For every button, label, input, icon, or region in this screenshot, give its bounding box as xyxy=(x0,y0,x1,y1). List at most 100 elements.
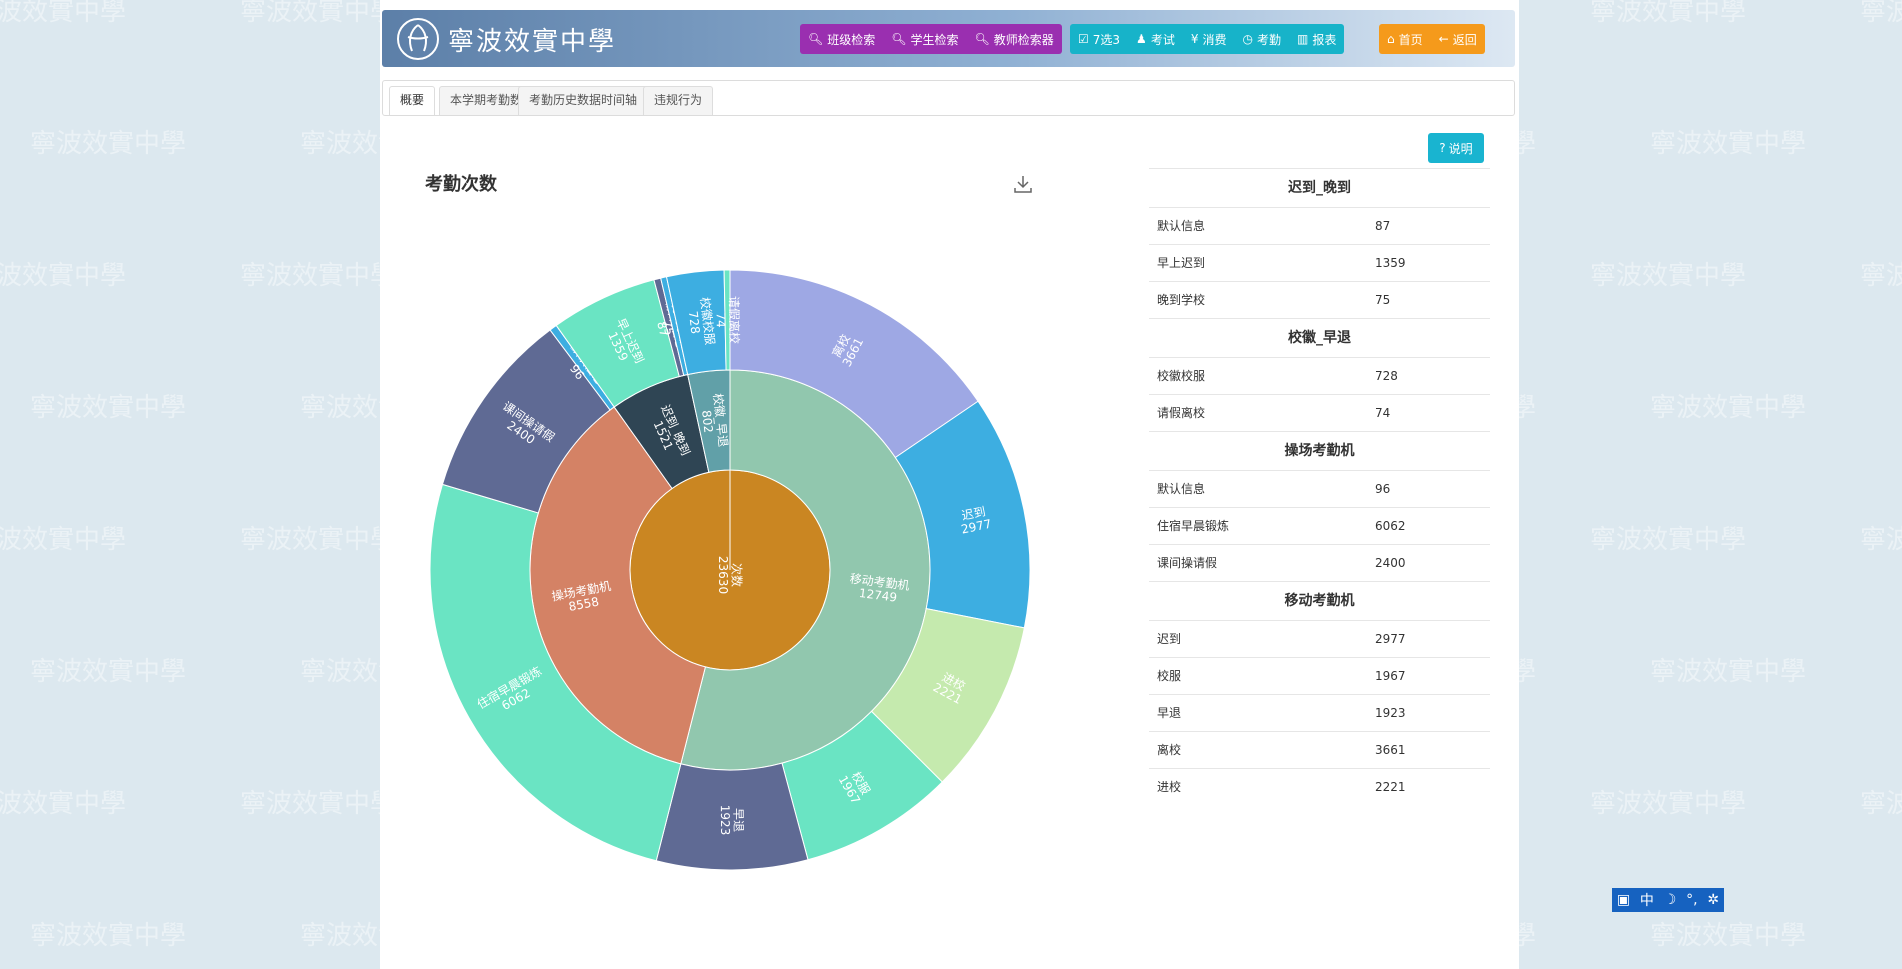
row-value: 87 xyxy=(1375,219,1391,233)
watermark-text: 寧波效實中學 xyxy=(240,261,396,291)
row-value: 3661 xyxy=(1375,743,1406,757)
clock-icon: ◷ xyxy=(1242,32,1253,46)
nav-button-0[interactable]: ⌂ 首页 xyxy=(1379,24,1431,54)
table-row: 校服 1967 xyxy=(1149,657,1490,694)
settings-icon: ✲ xyxy=(1707,892,1720,908)
row-value: 1359 xyxy=(1375,256,1406,270)
watermark-text: 寧波效實中學 xyxy=(30,657,186,687)
row-value: 728 xyxy=(1375,369,1398,383)
watermark-text: 寧波效實中學 xyxy=(0,0,126,27)
attendance-summary-table: 迟到_晚到默认信息 87 早上迟到 1359 晚到学校 75 校徽_早退校徽校服 728 请假离… xyxy=(1149,168,1490,805)
nav-button-label: 首页 xyxy=(1398,32,1423,47)
table-section-title: 迟到_晚到 xyxy=(1149,168,1490,207)
row-label: 进校 xyxy=(1157,780,1182,794)
row-label: 早退 xyxy=(1157,706,1182,720)
module-button-1[interactable]: ♟ 考试 xyxy=(1128,24,1183,54)
watermark-text: 寧波效實中學 xyxy=(1650,657,1806,687)
watermark-text: 寧波效實中學 xyxy=(1590,789,1746,819)
row-label: 离校 xyxy=(1157,743,1182,757)
row-label: 默认信息 xyxy=(1157,482,1206,496)
table-row: 早退 1923 xyxy=(1149,694,1490,731)
module-button-label: 考试 xyxy=(1150,32,1175,47)
row-label: 晚到学校 xyxy=(1157,293,1206,307)
watermark-text: 寧波效實中學 xyxy=(240,0,396,27)
help-button[interactable]: ? 说明 xyxy=(1428,133,1484,163)
row-value: 1923 xyxy=(1375,706,1406,720)
watermark-text: 寧波效實中學 xyxy=(1590,0,1746,27)
arrow-left-icon: ← xyxy=(1438,32,1449,46)
module-button-3[interactable]: ◷ 考勤 xyxy=(1234,24,1289,54)
watermark-text: 寧波效實中學 xyxy=(1650,129,1806,159)
row-value: 96 xyxy=(1375,482,1391,496)
exam-icon: ♟ xyxy=(1136,32,1147,46)
watermark-text: 寧波效實中學 xyxy=(1650,393,1806,423)
row-label: 课间操请假 xyxy=(1157,556,1218,570)
watermark-text: 寧波效實中學 xyxy=(0,789,126,819)
watermark-text: 寧波效實中學 xyxy=(1860,0,1902,27)
table-row: 早上迟到 1359 xyxy=(1149,244,1490,281)
row-value: 1967 xyxy=(1375,669,1406,683)
row-value: 75 xyxy=(1375,293,1391,307)
row-label: 默认信息 xyxy=(1157,219,1206,233)
watermark-text: 寧波效實中學 xyxy=(30,393,186,423)
ime-toolbar[interactable]: ▣ 中 ☽ °, ✲ xyxy=(1612,888,1724,912)
main-page: 寧波效實中學 🔍︎ 班级检索 🔍︎ 学生检索 🔍︎ 教师检索器 ☑ 7选3 ♟ 考试 ¥ 消费 ◷ 考勤… xyxy=(380,0,1519,969)
moon-icon: ☽ xyxy=(1663,892,1677,908)
chart-title: 考勤次数 xyxy=(425,174,497,195)
row-label: 住宿早晨锻炼 xyxy=(1157,519,1230,533)
table-section-title: 移动考勤机 xyxy=(1149,581,1490,620)
question-icon: ? xyxy=(1439,141,1446,155)
module-button-label: 考勤 xyxy=(1256,32,1281,47)
table-row: 进校 2221 xyxy=(1149,768,1490,805)
watermark-text: 寧波效實中學 xyxy=(1590,261,1746,291)
punctuation-icon: °, xyxy=(1686,892,1698,908)
module-button-2[interactable]: ¥ 消费 xyxy=(1183,24,1235,54)
table-row: 住宿早晨锻炼 6062 xyxy=(1149,507,1490,544)
row-value: 2400 xyxy=(1375,556,1406,570)
watermark-text: 寧波效實中學 xyxy=(0,525,126,555)
module-button-group: ☑ 7选3 ♟ 考试 ¥ 消费 ◷ 考勤 ▥ 报表 xyxy=(1070,24,1345,54)
table-row: 课间操请假 2400 xyxy=(1149,544,1490,581)
row-value: 2221 xyxy=(1375,780,1406,794)
table-row: 校徽校服 728 xyxy=(1149,357,1490,394)
row-label: 早上迟到 xyxy=(1157,256,1206,270)
table-row: 请假离校 74 xyxy=(1149,394,1490,431)
row-label: 迟到 xyxy=(1157,632,1182,646)
watermark-text: 寧波效實中學 xyxy=(1860,789,1902,819)
nav-button-1[interactable]: ← 返回 xyxy=(1431,24,1485,54)
watermark-text: 寧波效實中學 xyxy=(1860,525,1902,555)
row-label: 请假离校 xyxy=(1157,406,1206,420)
bar-chart-icon: ▥ xyxy=(1296,32,1309,46)
row-label: 校服 xyxy=(1157,669,1182,683)
watermark-text: 寧波效實中學 xyxy=(1860,261,1902,291)
table-row: 默认信息 87 xyxy=(1149,207,1490,244)
watermark-text: 寧波效實中學 xyxy=(240,525,396,555)
download-icon[interactable] xyxy=(1013,174,1033,194)
yen-icon: ¥ xyxy=(1190,32,1199,46)
nav-button-label: 返回 xyxy=(1452,32,1477,47)
sunburst-chart: 次数23630 移动考勤机12749离校3661迟到2977进校2221校服196… xyxy=(429,269,1031,871)
module-button-4[interactable]: ▥ 报表 xyxy=(1289,24,1344,54)
row-value: 74 xyxy=(1375,406,1391,420)
module-button-label: 报表 xyxy=(1312,32,1337,47)
watermark-text: 寧波效實中學 xyxy=(1590,525,1746,555)
sunburst-leaf-label: 早退1923 xyxy=(718,805,745,836)
ime-logo-icon: ▣ xyxy=(1616,892,1631,908)
home-icon: ⌂ xyxy=(1387,32,1395,46)
watermark-text: 寧波效實中學 xyxy=(30,921,186,951)
watermark-text: 寧波效實中學 xyxy=(1650,921,1806,951)
table-section-title: 操场考勤机 xyxy=(1149,431,1490,470)
row-value: 2977 xyxy=(1375,632,1406,646)
watermark-text: 寧波效實中學 xyxy=(30,129,186,159)
watermark-text: 寧波效實中學 xyxy=(0,261,126,291)
nav-button-group: ⌂ 首页 ← 返回 xyxy=(1379,24,1485,54)
watermark-text: 寧波效實中學 xyxy=(240,789,396,819)
module-button-label: 消费 xyxy=(1202,32,1227,47)
table-row: 默认信息 96 xyxy=(1149,470,1490,507)
row-value: 6062 xyxy=(1375,519,1406,533)
table-row: 迟到 2977 xyxy=(1149,620,1490,657)
table-row: 晚到学校 75 xyxy=(1149,281,1490,318)
table-row: 离校 3661 xyxy=(1149,731,1490,768)
row-label: 校徽校服 xyxy=(1157,369,1206,383)
table-section-title: 校徽_早退 xyxy=(1149,318,1490,357)
